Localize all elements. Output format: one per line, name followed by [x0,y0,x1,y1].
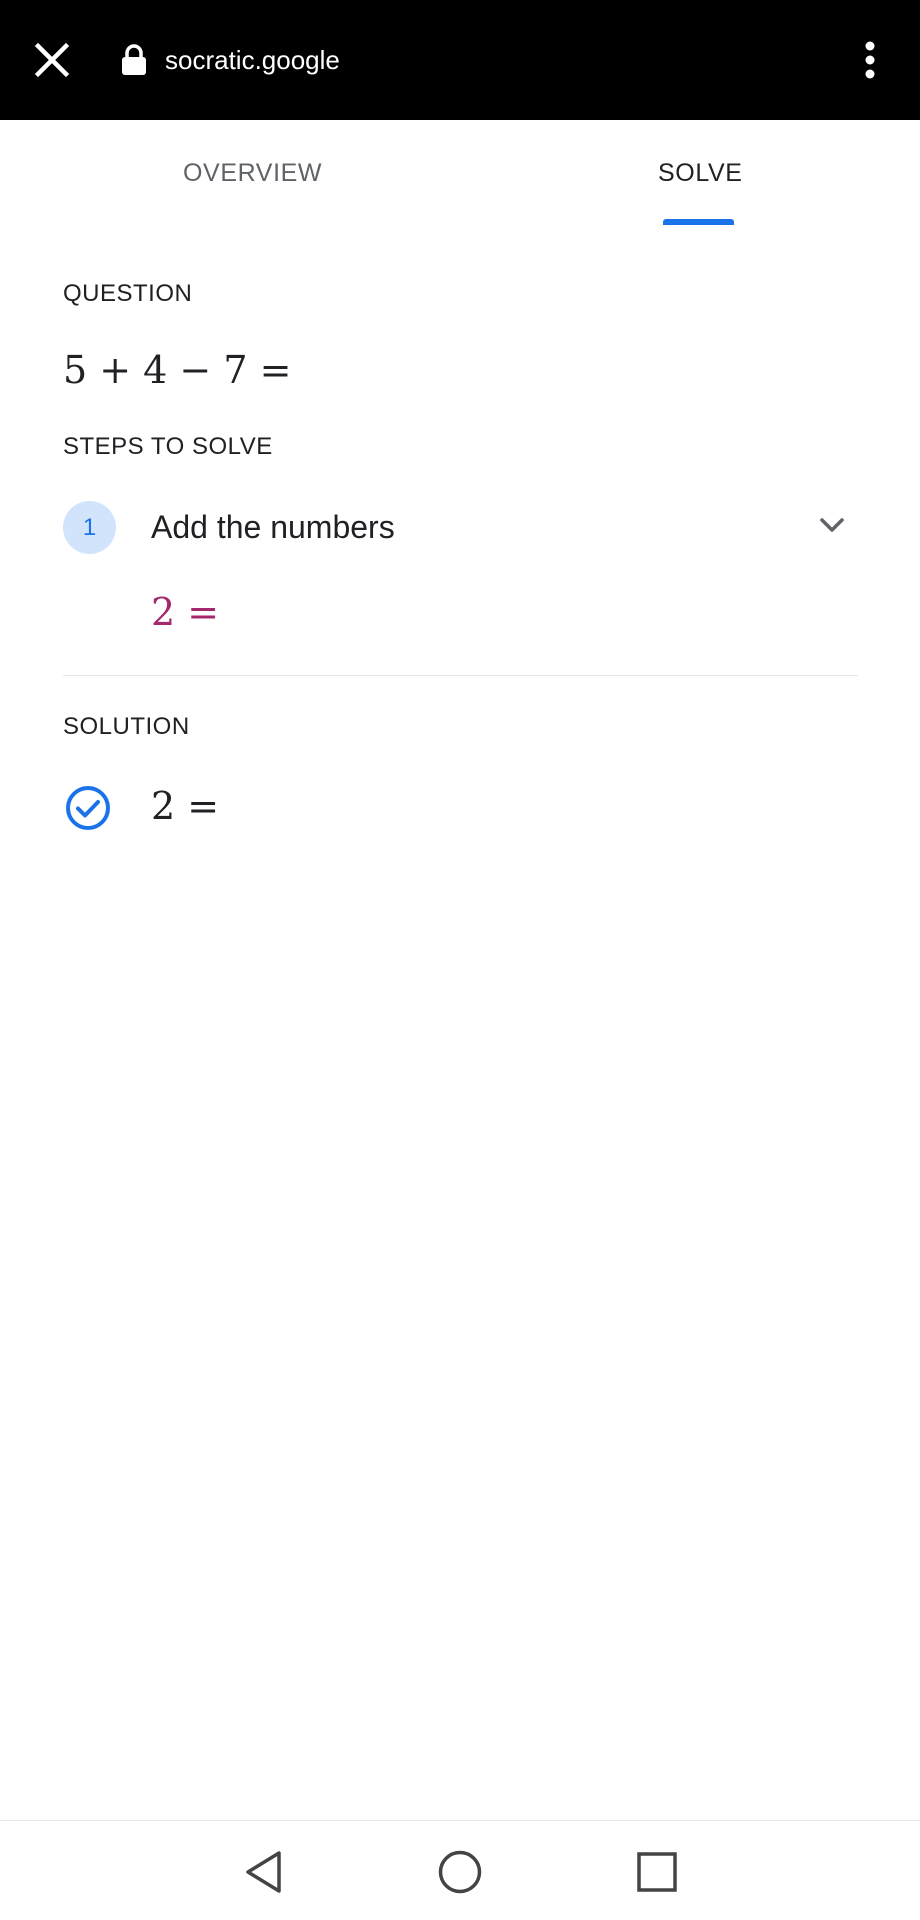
tab-overview[interactable]: OVERVIEW [183,158,322,188]
tab-solve[interactable]: SOLVE [658,158,743,188]
browser-toolbar: socratic.google [0,0,920,120]
check-circle-icon [66,786,110,830]
solution-result: 2 = [151,784,220,828]
question-expression: 5 + 4 − 7 = [63,348,292,392]
tab-bar: OVERVIEW SOLVE [0,120,920,225]
solution-heading: SOLUTION [63,713,190,740]
home-circle-icon[interactable] [437,1849,483,1895]
steps-heading: STEPS TO SOLVE [63,433,273,460]
step-result: 2 = [151,590,220,634]
back-triangle-icon[interactable] [241,1849,287,1895]
section-divider [63,675,858,676]
system-nav-bar [0,1820,920,1920]
step-number-badge: 1 [63,501,116,554]
question-heading: QUESTION [63,280,193,307]
lock-icon [122,44,146,75]
more-vert-icon[interactable] [852,38,888,82]
step-title[interactable]: Add the numbers [151,505,395,549]
url-text[interactable]: socratic.google [165,42,340,78]
active-tab-indicator [663,219,734,225]
close-icon[interactable] [30,38,74,82]
chevron-down-icon[interactable] [812,511,852,541]
recents-square-icon[interactable] [634,1849,680,1895]
